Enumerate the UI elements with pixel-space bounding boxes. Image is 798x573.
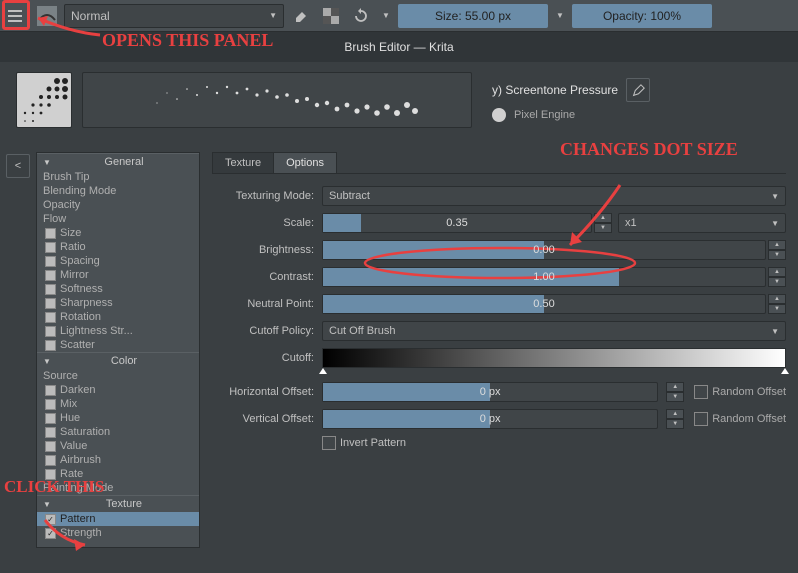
tree-item[interactable]: Rate [37,467,199,481]
brightness-slider[interactable]: 0.00 [322,240,766,260]
top-toolbar: Normal ▼ ▼ Size: 55.00 px ▼ Opacity: 100… [0,0,798,32]
chevron-down-icon[interactable]: ▼ [552,11,568,20]
hoffset-slider[interactable]: 0 px [322,382,658,402]
tree-item[interactable]: Scatter [37,338,199,352]
blend-mode-dropdown[interactable]: Normal ▼ [64,4,284,28]
brush-preset-icon[interactable] [34,3,60,29]
tree-item-pattern[interactable]: ✓Pattern [37,512,199,526]
stroke-preview [82,72,472,128]
neutral-label: Neutral Point: [212,298,322,310]
chevron-down-icon[interactable]: ▼ [378,11,394,20]
tree-item[interactable]: Airbrush [37,453,199,467]
contrast-spinner[interactable]: ▲▼ [768,267,786,287]
alpha-lock-icon[interactable] [318,3,344,29]
reload-icon[interactable] [348,3,374,29]
hoffset-random-checkbox[interactable] [694,385,708,399]
engine-label: Pixel Engine [514,109,575,121]
scale-mult-combo[interactable]: x1▼ [618,213,786,233]
window-title: Brush Editor — Krita [0,32,798,62]
brush-editor-icon[interactable] [4,3,30,29]
options-tabs: Texture Options [212,152,786,174]
tree-item[interactable]: Saturation [37,425,199,439]
tree-item[interactable]: Mirror [37,268,199,282]
engine-icon [492,108,506,122]
brush-name-label: y) Screentone Pressure [492,83,618,97]
scale-slider[interactable]: 0.35 [322,213,592,233]
tree-item[interactable]: Size [37,226,199,240]
tree-item[interactable]: Sharpness [37,296,199,310]
voffset-random-checkbox[interactable] [694,412,708,426]
tree-item[interactable]: Value [37,439,199,453]
random-offset-label: Random Offset [712,413,786,425]
size-slider[interactable]: Size: 55.00 px [398,4,548,28]
tree-item[interactable]: Darken [37,383,199,397]
neutral-spinner[interactable]: ▲▼ [768,294,786,314]
tab-texture[interactable]: Texture [212,152,274,173]
voffset-slider[interactable]: 0 px [322,409,658,429]
tree-item[interactable]: Hue [37,411,199,425]
tree-item[interactable]: Blending Mode [37,184,199,198]
voffset-label: Vertical Offset: [212,413,322,425]
neutral-slider[interactable]: 0.50 [322,294,766,314]
collapse-sidebar-button[interactable]: < [6,154,30,178]
voffset-spinner[interactable]: ▲▼ [666,409,684,429]
property-tree[interactable]: ▼General Brush Tip Blending Mode Opacity… [36,152,200,548]
opacity-value: Opacity: 100% [603,9,681,23]
tree-item[interactable]: Rotation [37,310,199,324]
tree-item-strength[interactable]: ✓Strength [37,526,199,540]
size-value: Size: 55.00 px [435,9,511,23]
tree-item[interactable]: Flow [37,212,199,226]
brush-thumbnail[interactable] [16,72,72,128]
contrast-slider[interactable]: 1.00 [322,267,766,287]
tab-options[interactable]: Options [273,152,337,173]
cutoff-label: Cutoff: [212,352,322,364]
tree-item[interactable]: Ratio [37,240,199,254]
cutoff-gradient[interactable] [322,348,786,368]
brush-preview-row: y) Screentone Pressure Pixel Engine [0,62,798,138]
random-offset-label: Random Offset [712,386,786,398]
tree-item[interactable]: Softness [37,282,199,296]
hoffset-label: Horizontal Offset: [212,386,322,398]
tree-section-texture[interactable]: ▼Texture [37,495,199,512]
brightness-label: Brightness: [212,244,322,256]
invert-pattern-label: Invert Pattern [340,437,406,449]
contrast-label: Contrast: [212,271,322,283]
texturing-mode-combo[interactable]: Subtract▼ [322,186,786,206]
chevron-down-icon: ▼ [269,11,277,20]
cutoff-policy-combo[interactable]: Cut Off Brush▼ [322,321,786,341]
invert-pattern-checkbox[interactable] [322,436,336,450]
tree-item[interactable]: Brush Tip [37,170,199,184]
tree-section-general[interactable]: ▼General [37,153,199,170]
tree-item[interactable]: Source [37,369,199,383]
scale-spinner[interactable]: ▲▼ [594,213,612,233]
tree-item[interactable]: Spacing [37,254,199,268]
texturing-mode-label: Texturing Mode: [212,190,322,202]
cutoff-policy-label: Cutoff Policy: [212,325,322,337]
tree-item[interactable]: Lightness Str... [37,324,199,338]
tree-item[interactable]: Mix [37,397,199,411]
tree-section-color[interactable]: ▼Color [37,352,199,369]
edit-name-button[interactable] [626,78,650,102]
scale-label: Scale: [212,217,322,229]
eraser-icon[interactable] [288,3,314,29]
hoffset-spinner[interactable]: ▲▼ [666,382,684,402]
blend-mode-value: Normal [71,9,110,23]
opacity-slider[interactable]: Opacity: 100% [572,4,712,28]
brightness-spinner[interactable]: ▲▼ [768,240,786,260]
tree-item[interactable]: Opacity [37,198,199,212]
tree-item-painting-mode[interactable]: Painting Mode [37,481,199,495]
